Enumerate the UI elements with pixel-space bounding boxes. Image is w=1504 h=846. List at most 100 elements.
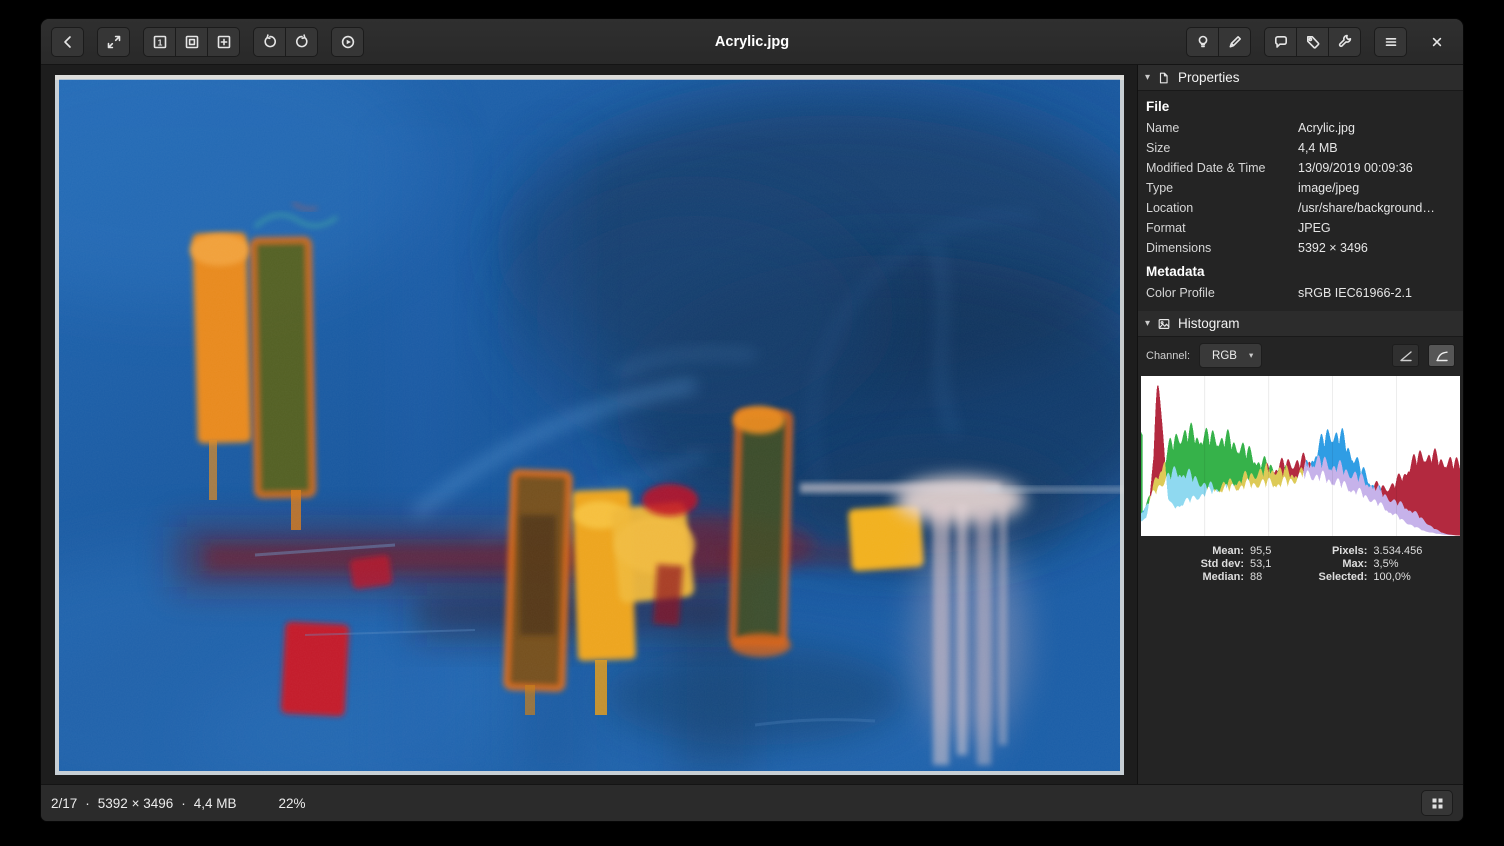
- main-content: ▾ Properties File NameAcrylic.jpg Size4,…: [41, 65, 1463, 784]
- image-icon: [1157, 317, 1171, 331]
- channel-label: Channel:: [1146, 350, 1190, 362]
- rotate-ccw-icon: [262, 34, 278, 50]
- grid-icon: [1430, 796, 1445, 811]
- close-icon: [1429, 34, 1445, 50]
- stat-value: 3.534.456: [1373, 545, 1422, 557]
- edit-button[interactable]: [1218, 27, 1251, 57]
- stat-value: 53,1: [1250, 558, 1271, 570]
- property-value: sRGB IEC61966-2.1: [1298, 285, 1455, 302]
- toolbar-left: 1: [51, 27, 364, 57]
- property-label: Modified Date & Time: [1146, 160, 1298, 177]
- histogram-section-title: Histogram: [1178, 316, 1240, 331]
- image-viewport[interactable]: [41, 65, 1138, 784]
- histogram-section-header[interactable]: ▾ Histogram: [1138, 311, 1463, 337]
- meta-tools-group: [1264, 27, 1361, 57]
- fullscreen-button[interactable]: [97, 27, 130, 57]
- histogram-stats: Mean:95,5 Std dev:53,1 Median:88 Pixels:…: [1138, 536, 1463, 583]
- brush-icon: [1227, 34, 1243, 50]
- histogram-stats-right: Pixels:3.534.456 Max:3,5% Selected:100,0…: [1301, 545, 1422, 583]
- thumbnails-button[interactable]: [1421, 790, 1453, 816]
- play-circle-icon: [340, 34, 356, 50]
- property-row: NameAcrylic.jpg: [1138, 118, 1463, 138]
- property-row: FormatJPEG: [1138, 218, 1463, 238]
- view-edit-group: [1186, 27, 1251, 57]
- property-label: Name: [1146, 120, 1298, 137]
- histogram-linear-button[interactable]: [1392, 344, 1419, 367]
- rotate-cw-icon: [294, 34, 310, 50]
- stat-label: Max:: [1301, 558, 1367, 570]
- stat-label: Selected:: [1301, 571, 1367, 583]
- zoom-original-label: 1: [157, 37, 162, 47]
- property-value: 5392 × 3496: [1298, 240, 1455, 257]
- histogram-chart: [1141, 376, 1460, 536]
- log-scale-icon: [1435, 350, 1449, 362]
- tag-icon: [1305, 34, 1321, 50]
- property-value: /usr/share/background…: [1298, 200, 1455, 217]
- status-separator: ·: [181, 796, 186, 811]
- tag-button[interactable]: [1296, 27, 1329, 57]
- status-file-size: 4,4 MB: [194, 796, 237, 811]
- zoom-fit-button[interactable]: [175, 27, 208, 57]
- property-value: JPEG: [1298, 220, 1455, 237]
- stat-value: 95,5: [1250, 545, 1271, 557]
- status-dimensions: 5392 × 3496: [98, 796, 173, 811]
- linear-scale-icon: [1399, 350, 1413, 362]
- properties-toggle-button[interactable]: [1186, 27, 1219, 57]
- properties-panel: ▾ Properties File NameAcrylic.jpg Size4,…: [1138, 65, 1463, 784]
- window-title: Acrylic.jpg: [715, 34, 789, 50]
- file-section-title: File: [1138, 93, 1463, 118]
- property-value: 4,4 MB: [1298, 140, 1455, 157]
- channel-select[interactable]: RGB ▾: [1199, 343, 1262, 368]
- expand-arrows-icon: [106, 34, 122, 50]
- properties-section-header[interactable]: ▾ Properties: [1138, 65, 1463, 91]
- rotate-right-button[interactable]: [285, 27, 318, 57]
- zoom-fit-icon: [184, 34, 200, 50]
- property-row: Dimensions5392 × 3496: [1138, 238, 1463, 258]
- status-zoom-level: 22%: [279, 796, 306, 811]
- channel-value: RGB: [1212, 350, 1237, 362]
- document-icon: [1157, 71, 1171, 85]
- property-label: Location: [1146, 200, 1298, 217]
- property-value: image/jpeg: [1298, 180, 1455, 197]
- property-value: Acrylic.jpg: [1298, 120, 1455, 137]
- property-row: Color ProfilesRGB IEC61966-2.1: [1138, 283, 1463, 303]
- zoom-in-button[interactable]: [207, 27, 240, 57]
- back-button[interactable]: [51, 27, 84, 57]
- rotate-button-group: [253, 27, 318, 57]
- menu-button[interactable]: [1374, 27, 1407, 57]
- headerbar: 1: [41, 19, 1463, 65]
- app-window: 1: [40, 18, 1464, 822]
- property-row: Typeimage/jpeg: [1138, 178, 1463, 198]
- chevron-down-icon: ▾: [1249, 350, 1253, 361]
- comment-icon: [1273, 34, 1289, 50]
- property-value: 13/09/2019 00:09:36: [1298, 160, 1455, 177]
- metadata-section-title: Metadata: [1138, 258, 1463, 283]
- properties-section-title: Properties: [1178, 70, 1240, 85]
- screen: 1: [0, 0, 1504, 846]
- histogram-stats-left: Mean:95,5 Std dev:53,1 Median:88: [1164, 545, 1271, 583]
- statusbar: 2/17 · 5392 × 3496 · 4,4 MB 22%: [41, 784, 1463, 821]
- stat-value: 100,0%: [1373, 571, 1422, 583]
- histogram-log-button[interactable]: [1428, 344, 1455, 367]
- property-row: Modified Date & Time13/09/2019 00:09:36: [1138, 158, 1463, 178]
- close-button[interactable]: [1420, 27, 1453, 57]
- lightbulb-icon: [1195, 34, 1211, 50]
- toolbar-right: [1186, 27, 1453, 57]
- zoom-button-group: 1: [143, 27, 240, 57]
- wrench-icon: [1337, 34, 1353, 50]
- file-properties: File NameAcrylic.jpg Size4,4 MB Modified…: [1138, 91, 1463, 311]
- status-position: 2/17: [51, 796, 77, 811]
- zoom-original-button[interactable]: 1: [143, 27, 176, 57]
- tools-button[interactable]: [1328, 27, 1361, 57]
- histogram-controls: Channel: RGB ▾: [1138, 337, 1463, 374]
- property-label: Size: [1146, 140, 1298, 157]
- status-separator: ·: [85, 796, 90, 811]
- slideshow-button[interactable]: [331, 27, 364, 57]
- property-label: Format: [1146, 220, 1298, 237]
- stat-value: 3,5%: [1373, 558, 1422, 570]
- zoom-original-icon: 1: [152, 34, 168, 50]
- property-label: Type: [1146, 180, 1298, 197]
- comment-button[interactable]: [1264, 27, 1297, 57]
- hamburger-icon: [1383, 34, 1399, 50]
- rotate-left-button[interactable]: [253, 27, 286, 57]
